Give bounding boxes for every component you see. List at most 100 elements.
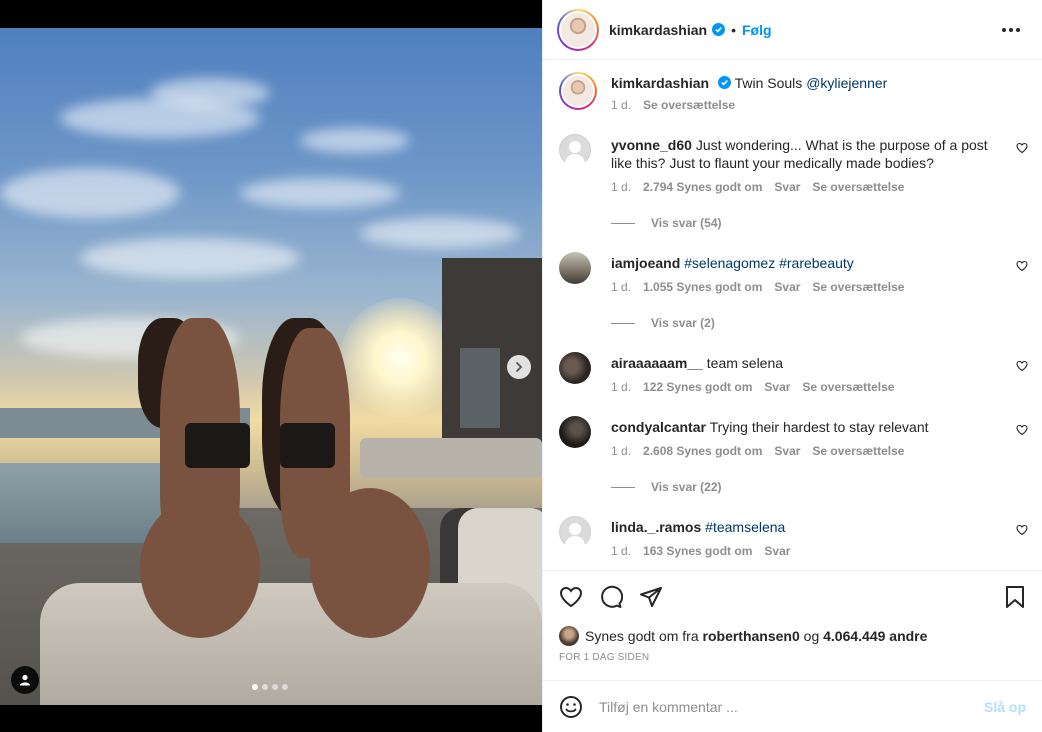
verified-badge-icon [717, 76, 731, 89]
like-comment-heart-icon[interactable] [1016, 360, 1028, 372]
carousel-dot [252, 684, 258, 690]
translate-link[interactable]: Se oversættelse [643, 98, 735, 112]
comment-item: iamjoeand #selenagomez #rarebeauty 1 d. … [559, 252, 1028, 294]
view-replies-label: Vis svar (2) [651, 316, 715, 330]
view-replies-button[interactable]: Vis svar (22) [611, 480, 1028, 494]
comment-likes[interactable]: 122 Synes godt om [643, 380, 752, 394]
comment-likes[interactable]: 1.055 Synes godt om [643, 280, 762, 294]
carousel-dot [282, 684, 288, 690]
likes-others[interactable]: 4.064.449 andre [823, 628, 927, 644]
post-comment-button[interactable]: Slå op [984, 699, 1026, 715]
add-comment-bar: Slå op [543, 680, 1042, 732]
comment-item: yvonne_d60 Just wondering... What is the… [559, 134, 1028, 194]
reply-button[interactable]: Svar [764, 380, 790, 394]
like-comment-heart-icon[interactable] [1016, 424, 1028, 436]
comment-time[interactable]: 1 d. [611, 380, 631, 394]
verified-badge-icon [712, 23, 726, 36]
comment-hashtags[interactable]: #teamselena [705, 519, 785, 535]
avatar[interactable] [559, 134, 591, 166]
translate-link[interactable]: Se oversættelse [812, 444, 904, 458]
next-slide-button[interactable] [507, 355, 531, 379]
post-header: kimkardashian • Følg [543, 0, 1042, 60]
comment-username[interactable]: condyalcantar [611, 419, 706, 435]
comment-input[interactable] [599, 698, 984, 715]
post-dialog: kimkardashian • Følg kimkardashian Twin … [0, 0, 1042, 732]
emoji-button[interactable] [559, 695, 583, 719]
likes-prefix: Synes godt om fra [585, 628, 699, 644]
comment-text: Trying their hardest to stay relevant [709, 419, 929, 435]
comment-button[interactable] [599, 585, 623, 609]
like-button[interactable] [559, 585, 583, 609]
reply-button[interactable]: Svar [774, 180, 800, 194]
caption-username[interactable]: kimkardashian [611, 75, 709, 91]
comment-text: team selena [706, 355, 784, 371]
post-photo [0, 28, 542, 705]
comment-username[interactable]: iamjoeand [611, 255, 680, 271]
reply-button[interactable]: Svar [774, 444, 800, 458]
avatar[interactable] [559, 626, 579, 646]
caption-mention[interactable]: @kyliejenner [806, 75, 887, 91]
comment-time[interactable]: 1 d. [611, 180, 631, 194]
translate-link[interactable]: Se oversættelse [802, 380, 894, 394]
translate-link[interactable]: Se oversættelse [812, 180, 904, 194]
avatar[interactable] [557, 8, 599, 51]
view-replies-label: Vis svar (54) [651, 216, 722, 230]
caption-time[interactable]: 1 d. [611, 98, 631, 112]
like-comment-heart-icon[interactable] [1016, 142, 1028, 154]
like-comment-heart-icon[interactable] [1016, 524, 1028, 536]
post-panel: kimkardashian • Følg kimkardashian Twin … [542, 0, 1042, 732]
separator: • [731, 21, 736, 38]
paper-plane-icon [640, 586, 662, 607]
follow-button[interactable]: Følg [742, 22, 772, 38]
comment-bubble-icon [601, 585, 623, 608]
comment-hashtags[interactable]: #selenagomez #rarebeauty [684, 255, 854, 271]
comment-time[interactable]: 1 d. [611, 444, 631, 458]
header-username[interactable]: kimkardashian [609, 22, 707, 38]
avatar[interactable] [559, 352, 591, 384]
user-icon [20, 674, 30, 686]
bookmark-icon [1006, 585, 1024, 608]
comment-likes[interactable]: 163 Synes godt om [643, 544, 752, 558]
comments-list[interactable]: kimkardashian Twin Souls @kyliejenner 1 … [543, 60, 1042, 570]
heart-icon [559, 586, 583, 607]
reply-button[interactable]: Svar [774, 280, 800, 294]
posted-time[interactable]: FOR 1 DAG SIDEN [543, 650, 1042, 680]
comment-username[interactable]: linda._.ramos [611, 519, 701, 535]
comment-likes[interactable]: 2.608 Synes godt om [643, 444, 762, 458]
tagged-users-button[interactable] [11, 666, 39, 694]
reply-button[interactable]: Svar [764, 544, 790, 558]
post-media [0, 0, 542, 732]
view-replies-button[interactable]: Vis svar (54) [611, 216, 1028, 230]
comment-username[interactable]: airaaaaaam__ [611, 355, 703, 371]
avatar[interactable] [559, 416, 591, 448]
avatar[interactable] [559, 72, 597, 110]
carousel-indicator [252, 684, 288, 690]
more-dots-icon [1002, 27, 1006, 32]
translate-link[interactable]: Se oversættelse [812, 280, 904, 294]
comment-time[interactable]: 1 d. [611, 280, 631, 294]
share-button[interactable] [639, 585, 663, 609]
view-replies-button[interactable]: Vis svar (2) [611, 316, 1028, 330]
carousel-dot [272, 684, 278, 690]
save-button[interactable] [1004, 585, 1026, 609]
more-options-button[interactable] [994, 20, 1028, 40]
smiley-icon [560, 695, 582, 718]
view-replies-label: Vis svar (22) [651, 480, 722, 494]
comment-item: airaaaaaam__ team selena 1 d. 122 Synes … [559, 352, 1028, 394]
post-actions [543, 570, 1042, 622]
comment-item: linda._.ramos #teamselena 1 d. 163 Synes… [559, 516, 1028, 558]
like-comment-heart-icon[interactable] [1016, 260, 1028, 272]
comment-username[interactable]: yvonne_d60 [611, 137, 692, 153]
caption: kimkardashian Twin Souls @kyliejenner 1 … [559, 72, 1028, 112]
likes-connector: og [803, 628, 820, 644]
caption-text: Twin Souls [734, 75, 803, 91]
carousel-dot [262, 684, 268, 690]
comment-item: condyalcantar Trying their hardest to st… [559, 416, 1028, 458]
likes-user[interactable]: roberthansen0 [703, 628, 800, 644]
chevron-right-icon [516, 362, 523, 372]
avatar[interactable] [559, 252, 591, 284]
comment-likes[interactable]: 2.794 Synes godt om [643, 180, 762, 194]
avatar[interactable] [559, 516, 591, 548]
comment-time[interactable]: 1 d. [611, 544, 631, 558]
likes-summary: Synes godt om fra roberthansen0 og 4.064… [543, 622, 1042, 650]
